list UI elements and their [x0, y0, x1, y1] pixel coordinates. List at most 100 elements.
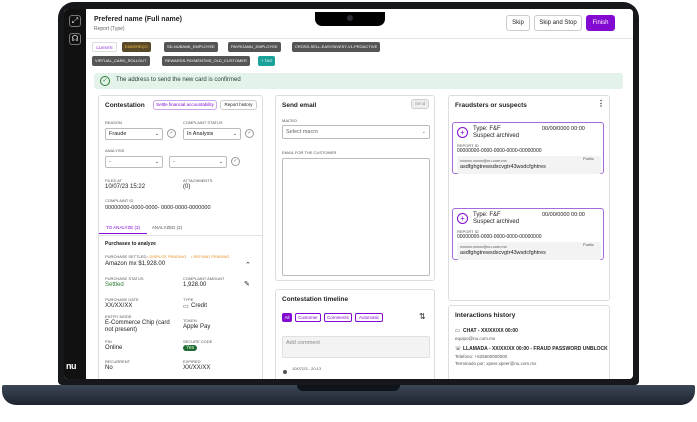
token-value: Apple Pay [183, 324, 211, 330]
suspect-key-box: xxxxxx.xxxxx@nu.com.mx Public asdfghgtre… [457, 156, 601, 174]
analysis-select-b[interactable]: - ⌄ [169, 156, 227, 168]
analysis-select-a[interactable]: - ⌄ [105, 156, 163, 168]
type-label: TYPE [183, 297, 194, 302]
tag-cliente[interactable]: CLIENTE [92, 42, 117, 52]
phone-icon: ☏ [455, 346, 462, 352]
expand-icon[interactable]: ⤢ [69, 15, 81, 27]
more-vertical-icon[interactable]: ⋮ [597, 99, 605, 108]
macro-placeholder: Select macro [286, 129, 319, 135]
filter-comments[interactable]: Comments [324, 313, 352, 322]
report-id-value: 00000000-0000-0000-0000-00000000 [457, 234, 542, 240]
pin-label: PIN [105, 339, 112, 344]
attachments-label: ATTACHMENTS [183, 178, 213, 183]
suspect-status: Suspect archived [473, 133, 520, 139]
chat-icon: ▭ [455, 328, 460, 334]
check-circle-icon: ✓ [100, 76, 110, 86]
tag-payroamu-employee[interactable]: PAYROAMU_EMPLOYEE [228, 42, 281, 52]
settle-accountability-button[interactable]: Settle financial accountability [153, 100, 217, 110]
suspect-key: asdfghgtrewsdxcvgtr43wsdcfghtres [460, 250, 546, 256]
suspect-card[interactable]: + Type: F&F Suspect archived 00/00/0000 … [452, 208, 604, 260]
add-comment-input[interactable]: Add comment [282, 336, 430, 358]
suspect-key-box: xxxxxx.xxxxx@nu.com.mx Public asdfghgtre… [457, 242, 601, 260]
customer-name: Prefered name (Full name) [94, 16, 182, 23]
laptop-base [2, 385, 695, 405]
expired-value: XX/XX/XX [183, 365, 211, 371]
contestation-title: Contestation [105, 102, 145, 109]
status-value: In Analysis [187, 131, 214, 137]
tag-rewards[interactable]: REWARDS-PAYMENTMS_OLD_CUSTOMER [162, 56, 250, 66]
analysis-label: ANALYSIS [105, 148, 125, 153]
public-label: Public [583, 156, 594, 161]
fraudsters-panel: Fraudsters or suspects ⋮ + Type: F&F Sus… [448, 95, 610, 301]
skip-button[interactable]: Skip [506, 15, 530, 31]
suspect-datetime: 00/00/0000 00:00 [542, 212, 585, 218]
complaint-amount-label: COMPLAINT AMOUNT [183, 276, 225, 281]
contestation-panel: Contestation Settle financial accountabi… [98, 95, 263, 379]
public-label: Public [583, 242, 594, 247]
call-entry[interactable]: LLAMADA - XX/XX/XX 00:00 - FRAUD PASSWOR… [463, 346, 608, 352]
purchase-settled-label: PURCHASE SETTLED [105, 254, 147, 259]
fraudsters-title: Fraudsters or suspects [455, 102, 527, 109]
status-select[interactable]: In Analysis ⌄ [183, 128, 241, 140]
laptop-frame: ⤢ ☊ nu Prefered name (Full name) Report … [0, 0, 697, 422]
recurrent-label: RECURRENT [105, 359, 131, 364]
suspect-datetime: 00/00/0000 00:00 [542, 126, 585, 132]
finish-button[interactable]: Finish [586, 15, 615, 31]
recurrent-value: No [105, 365, 113, 371]
reason-select[interactable]: Fraude ⌄ [105, 128, 163, 140]
complaint-status-label: COMPLAINT STATUS [183, 120, 223, 125]
purchases-title: Purchases to analyze [105, 241, 156, 247]
filter-customer[interactable]: Customer [295, 313, 321, 322]
secure-code-badge: Yes [183, 345, 198, 351]
tag-cross-sell[interactable]: CROSS-SELL-EASYINVEST-V1-PROACTIVE [292, 42, 381, 52]
send-email-panel: Send email Send MACRO Select macro ⌄ EMAI… [275, 95, 435, 281]
purchase-date-label: PURCHASE DATE [105, 297, 139, 302]
headset-icon[interactable]: ☊ [69, 33, 81, 45]
skip-and-stop-button[interactable]: Skip and Stop [534, 15, 582, 31]
suspect-status: Suspect archived [473, 219, 520, 225]
purchase-status-value: Settled [105, 282, 124, 288]
send-email-title: Send email [282, 102, 317, 109]
email-body-textarea[interactable] [282, 158, 430, 276]
report-history-button[interactable]: Report history [220, 100, 257, 110]
suspect-type: Type: F&F [473, 212, 501, 218]
sort-icon[interactable]: ⇅ [419, 312, 426, 321]
timeline-entry-time: 10/07/23 - 20:13 [292, 366, 322, 371]
tag-virtual-card[interactable]: VIRTUAL_CARD_ROLLOUT [92, 56, 150, 66]
chevron-down-icon: ⌄ [154, 159, 159, 165]
type-value: Credit [191, 303, 208, 309]
analysis-b-value: - [173, 159, 175, 165]
entry-mode-value: E-Commerce Chip (card not present) [105, 320, 170, 333]
complaint-amount-value: 1,928.00 [183, 282, 207, 288]
suspect-email: xxxxxx.xxxxx@nu.com.mx [460, 244, 507, 249]
check-icon[interactable]: ✓ [167, 129, 176, 138]
tag-endereco[interactable]: ENDEREÇO [122, 42, 151, 52]
customer-email-label: EMAIL FOR THE CUSTOMER [282, 150, 337, 155]
purchase-date-value: XX/XX/XX [105, 303, 133, 309]
tab-to-analyze[interactable]: TO ANALYZE (3) [99, 222, 147, 234]
suspect-card[interactable]: + Type: F&F Suspect archived 00/00/0000 … [452, 122, 604, 174]
pencil-icon[interactable]: ✎ [244, 280, 250, 288]
suspect-key: asdfghgtrewsdxcvgtr43wsdcfghtres [460, 164, 546, 170]
chat-entry[interactable]: CHAT - XX/XX/XX 00:00 [463, 328, 518, 334]
timeline-dot [283, 370, 287, 374]
tag-nubank-employee[interactable]: SD-NUBANK_EMPLOYEE [164, 42, 218, 52]
check-icon[interactable]: ✓ [245, 129, 254, 138]
filter-all[interactable]: All [282, 313, 292, 322]
chevron-down-icon: ⌄ [154, 131, 159, 137]
chevron-up-icon[interactable]: ⌃ [245, 261, 251, 269]
interactions-panel: Interactions history ▭ CHAT - XX/XX/XX 0… [448, 305, 610, 379]
attachments-value[interactable]: (0) [183, 184, 190, 190]
filter-automatic[interactable]: Automatic [355, 313, 383, 322]
plus-icon[interactable]: + [457, 127, 468, 138]
check-icon[interactable]: ✓ [231, 157, 240, 166]
tab-analyzed[interactable]: ANALYZED (2) [147, 222, 187, 234]
card-icon: ▭ [183, 304, 189, 310]
macro-select[interactable]: Select macro ⌄ [282, 125, 430, 139]
add-tag-button[interactable]: + TAG [258, 56, 276, 66]
send-button[interactable]: Send [411, 99, 429, 109]
token-label: TOKEN [183, 318, 197, 323]
plus-icon[interactable]: + [457, 213, 468, 224]
filed-at-label: FILED AT [105, 178, 123, 183]
camera-notch [315, 12, 385, 26]
